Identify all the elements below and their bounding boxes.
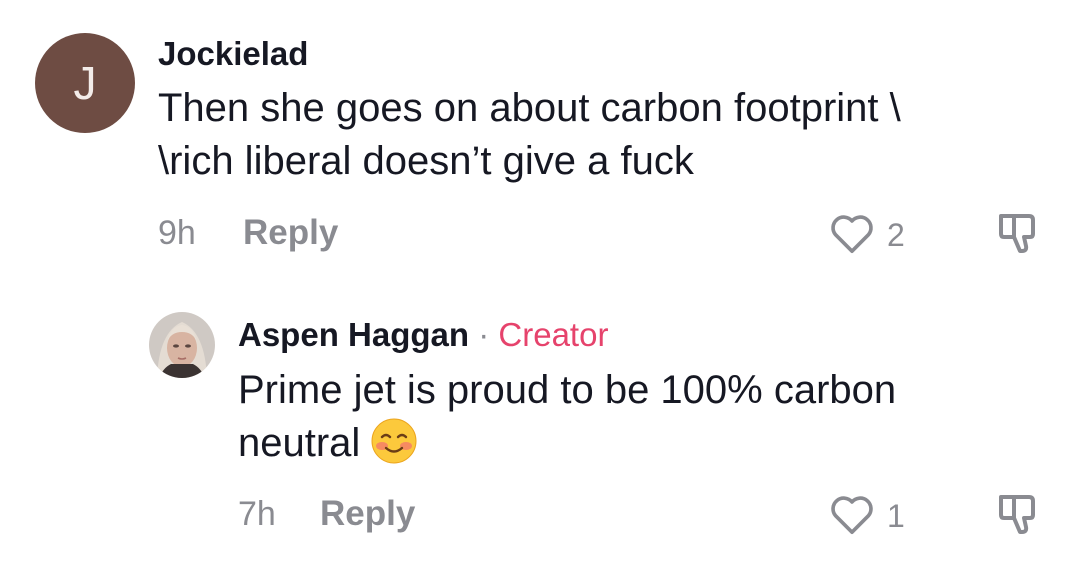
reply-button[interactable]: Reply — [243, 213, 338, 253]
like-count: 1 — [887, 498, 905, 534]
comment-text-line: Prime jet is proud to be 100% carbon — [238, 368, 897, 412]
avatar[interactable] — [149, 312, 215, 378]
like-count: 2 — [887, 217, 905, 253]
comment-text-line: \rich liberal doesn’t give a fuck — [158, 139, 694, 183]
thumbs-down-icon[interactable] — [993, 491, 1041, 537]
avatar[interactable]: J — [35, 33, 135, 133]
comment-username[interactable]: Aspen Haggan · Creator — [238, 316, 608, 354]
heart-outline-icon[interactable] — [829, 492, 875, 536]
reply-button[interactable]: Reply — [320, 494, 415, 534]
thumbs-down-icon[interactable] — [993, 210, 1041, 256]
separator-dot: · — [478, 316, 490, 353]
comment-text-line: neutral — [238, 417, 896, 470]
comment-text-line: Then she goes on about carbon footprint … — [158, 86, 901, 130]
username-label[interactable]: Aspen Haggan — [238, 316, 469, 353]
comment-text: Then she goes on about carbon footprint … — [158, 82, 901, 188]
comment-text-fragment: neutral — [238, 421, 361, 465]
comment-text: Prime jet is proud to be 100% carbon neu… — [238, 364, 896, 470]
heart-outline-icon[interactable] — [829, 211, 875, 255]
comment-timestamp: 9h — [158, 214, 196, 252]
smiling-blushing-face-icon — [371, 418, 417, 464]
comment-username[interactable]: Jockielad — [158, 35, 308, 73]
creator-badge: Creator — [498, 316, 609, 353]
comment-timestamp: 7h — [238, 495, 276, 533]
